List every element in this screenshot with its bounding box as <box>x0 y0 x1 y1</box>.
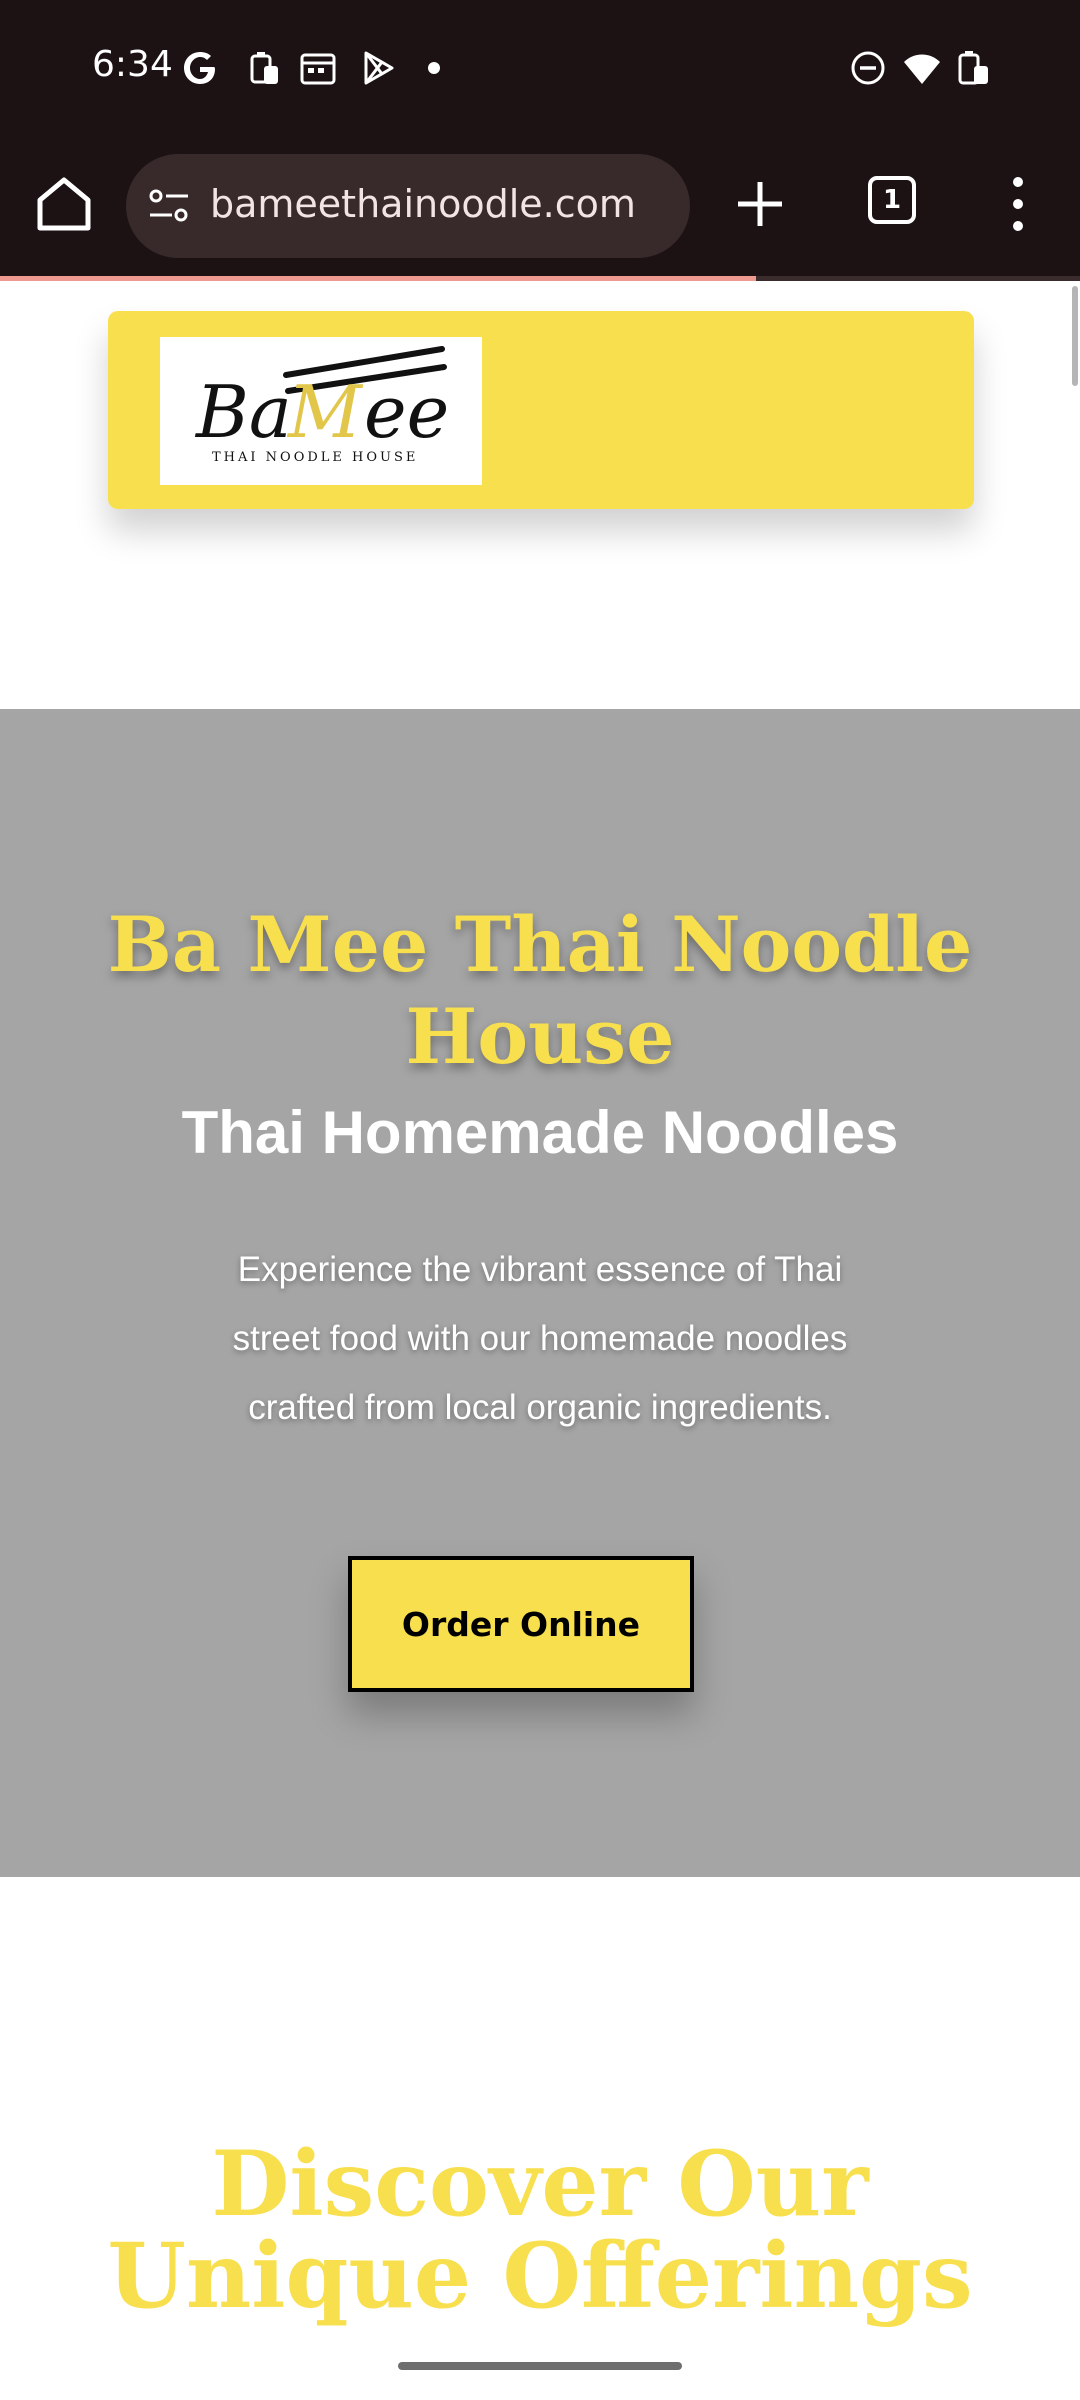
calendar-icon <box>298 48 338 88</box>
order-online-button[interactable]: Order Online <box>348 1556 694 1692</box>
home-icon <box>37 177 91 231</box>
page-scrollbar[interactable] <box>1072 286 1078 386</box>
battery-saver-icon <box>244 48 284 88</box>
hero-section: Ba Mee Thai Noodle House Thai Homemade N… <box>0 709 1080 1877</box>
site-settings-icon[interactable] <box>148 186 190 226</box>
browser-toolbar: bameethainoodle.com 1 <box>0 136 1080 276</box>
new-tab-button[interactable] <box>722 166 798 242</box>
wifi-icon <box>902 48 942 88</box>
google-icon <box>180 48 220 88</box>
page-load-progress <box>0 276 1080 281</box>
more-vertical-icon <box>1013 177 1023 231</box>
status-bar: 6:34 <box>0 0 1080 136</box>
overflow-menu-button[interactable] <box>980 166 1056 242</box>
bamee-logo-icon: Ba M ee THAI NOODLE HOUSE <box>194 346 449 465</box>
home-button[interactable] <box>30 170 98 238</box>
do-not-disturb-icon <box>848 48 888 88</box>
play-store-icon <box>358 48 398 88</box>
url-text[interactable]: bameethainoodle.com <box>210 182 636 226</box>
offerings-title: Discover Our Unique Offerings <box>107 2131 973 2329</box>
site-header: Ba M ee THAI NOODLE HOUSE <box>108 311 974 509</box>
svg-text:ee: ee <box>364 370 449 454</box>
gesture-navigation-bar[interactable] <box>398 2362 682 2370</box>
notification-dot <box>428 62 440 74</box>
svg-text:M: M <box>286 370 364 454</box>
battery-icon <box>954 48 994 88</box>
hero-description: Experience the vibrant essence of Thai s… <box>232 1250 848 1427</box>
svg-text:THAI NOODLE HOUSE: THAI NOODLE HOUSE <box>212 450 418 465</box>
tab-switcher-button[interactable]: 1 <box>868 176 916 224</box>
svg-text:Ba: Ba <box>194 370 292 454</box>
plus-icon <box>738 182 782 226</box>
page-load-progress-fill <box>0 276 756 281</box>
status-time: 6:34 <box>92 44 173 85</box>
hero-title: Ba Mee Thai Noodle House <box>107 900 973 1081</box>
address-bar[interactable]: bameethainoodle.com <box>126 154 690 258</box>
site-logo[interactable]: Ba M ee THAI NOODLE HOUSE <box>160 337 482 485</box>
hero-subtitle: Thai Homemade Noodles <box>181 1099 899 1166</box>
